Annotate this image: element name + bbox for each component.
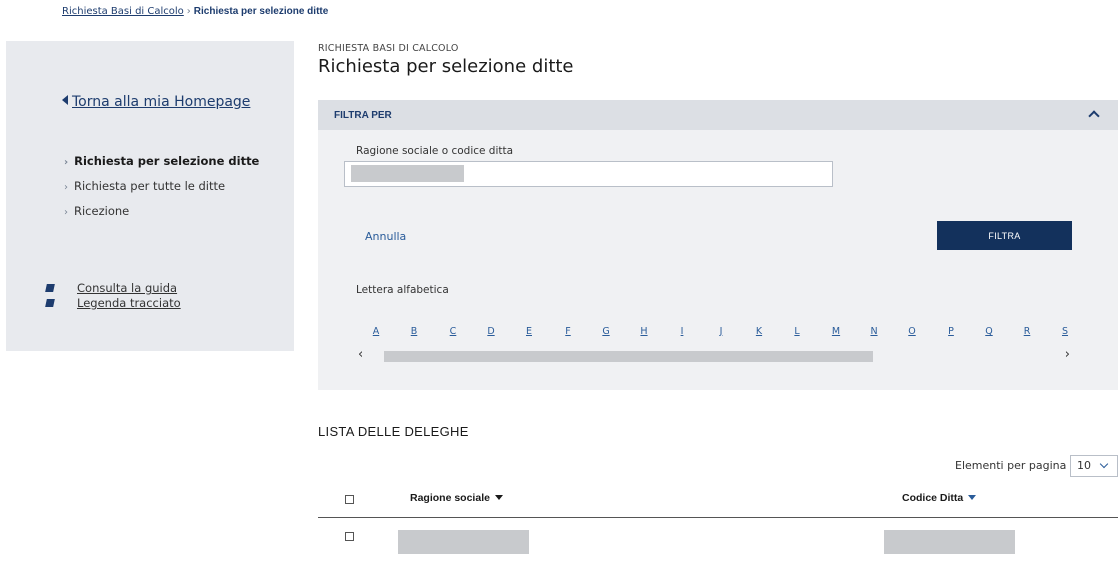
- breadcrumb-link-richiesta-basi[interactable]: Richiesta Basi di Calcolo: [62, 6, 184, 17]
- ragione-sociale-label: Ragione sociale o codice ditta: [356, 145, 514, 157]
- letter-l-link[interactable]: L: [792, 326, 802, 337]
- sort-down-icon: [494, 495, 503, 500]
- select-all-checkbox[interactable]: [345, 495, 354, 504]
- table-row: [318, 519, 1118, 564]
- scroll-left-icon[interactable]: ‹: [358, 347, 363, 362]
- filter-header[interactable]: FILTRA PER: [318, 100, 1118, 130]
- column-codice-ditta[interactable]: Codice Ditta: [902, 492, 977, 504]
- row-checkbox[interactable]: [345, 532, 354, 541]
- column-label: Codice Ditta: [902, 492, 964, 504]
- letter-list: A B C D E F G H I J K L M N O P Q R S: [371, 326, 1091, 340]
- per-page-value: 10: [1077, 459, 1091, 472]
- consulta-guida-link[interactable]: Consulta la guida: [45, 281, 181, 296]
- filter-panel: FILTRA PER Ragione sociale o codice ditt…: [318, 100, 1118, 390]
- chevron-up-icon[interactable]: [1088, 110, 1100, 122]
- letter-a-link[interactable]: A: [371, 326, 381, 337]
- letter-scrollbar[interactable]: ‹ ›: [358, 347, 1088, 362]
- legenda-tracciato-link[interactable]: Legenda tracciato: [45, 296, 181, 311]
- scroll-right-icon[interactable]: ›: [1065, 347, 1070, 362]
- lettera-alfabetica-label: Lettera alfabetica: [356, 284, 449, 296]
- filtra-button[interactable]: FILTRA: [937, 221, 1072, 250]
- column-label: Ragione sociale: [410, 492, 490, 504]
- redacted-value: [351, 165, 464, 182]
- chevron-right-icon: ›: [64, 182, 68, 193]
- letter-o-link[interactable]: O: [907, 326, 917, 337]
- letter-g-link[interactable]: G: [601, 326, 611, 337]
- sidebar-item-label: Richiesta per selezione ditte: [74, 154, 260, 168]
- sidebar-item-richiesta-tutte[interactable]: › Richiesta per tutte le ditte: [64, 179, 259, 204]
- home-link-label: Torna alla mia Homepage: [72, 94, 251, 110]
- book-icon: [45, 299, 55, 307]
- letter-e-link[interactable]: E: [524, 326, 534, 337]
- per-page-label: Elementi per pagina: [955, 459, 1067, 472]
- annulla-link[interactable]: Annulla: [365, 230, 406, 243]
- page-subtitle: RICHIESTA BASI DI CALCOLO: [318, 43, 459, 54]
- sidebar: Torna alla mia Homepage › Richiesta per s…: [6, 41, 294, 351]
- filter-header-label: FILTRA PER: [334, 110, 392, 121]
- chevron-right-icon: ›: [64, 207, 68, 218]
- letter-i-link[interactable]: I: [677, 326, 687, 337]
- per-page-select[interactable]: 10: [1070, 455, 1118, 477]
- sidebar-item-ricezione[interactable]: › Ricezione: [64, 204, 259, 229]
- letter-h-link[interactable]: H: [639, 326, 649, 337]
- redacted-ragione-sociale: [398, 530, 529, 554]
- sidebar-item-label: Richiesta per tutte le ditte: [74, 179, 226, 193]
- letter-b-link[interactable]: B: [409, 326, 419, 337]
- per-page-control: Elementi per pagina 10: [955, 455, 1118, 477]
- caret-left-icon: [62, 95, 68, 105]
- letter-f-link[interactable]: F: [563, 326, 573, 337]
- sidebar-links: Consulta la guida Legenda tracciato: [45, 281, 181, 311]
- breadcrumb-current: Richiesta per selezione ditte: [193, 6, 329, 17]
- letter-j-link[interactable]: J: [716, 326, 726, 337]
- chevron-right-icon: ›: [64, 157, 69, 168]
- book-icon: [45, 284, 55, 292]
- sort-down-icon: [968, 495, 977, 500]
- redacted-codice-ditta: [884, 530, 1015, 554]
- letter-s-link[interactable]: S: [1060, 326, 1070, 337]
- legenda-tracciato-label: Legenda tracciato: [77, 296, 181, 310]
- sidebar-nav: › Richiesta per selezione ditte › Richiest…: [64, 154, 259, 229]
- page-title: Richiesta per selezione ditte: [318, 56, 574, 77]
- table-header: Ragione sociale Codice Ditta: [318, 484, 1118, 518]
- consulta-guida-label: Consulta la guida: [77, 281, 178, 295]
- letter-p-link[interactable]: P: [946, 326, 956, 337]
- letter-q-link[interactable]: Q: [984, 326, 994, 337]
- letter-c-link[interactable]: C: [448, 326, 458, 337]
- scrollbar-thumb[interactable]: [384, 351, 873, 362]
- ragione-sociale-input[interactable]: [344, 161, 833, 187]
- sidebar-item-richiesta-selezione[interactable]: › Richiesta per selezione ditte: [64, 154, 259, 179]
- letter-k-link[interactable]: K: [754, 326, 764, 337]
- column-ragione-sociale[interactable]: Ragione sociale: [410, 492, 503, 504]
- letter-n-link[interactable]: N: [869, 326, 879, 337]
- letter-r-link[interactable]: R: [1022, 326, 1032, 337]
- home-link[interactable]: Torna alla mia Homepage: [62, 94, 250, 110]
- breadcrumb-separator: ›: [186, 6, 191, 17]
- letter-d-link[interactable]: D: [486, 326, 496, 337]
- chevron-down-icon: [1099, 459, 1109, 469]
- sidebar-item-label: Ricezione: [74, 204, 130, 218]
- letter-m-link[interactable]: M: [831, 326, 841, 337]
- lista-deleghe-title: LISTA DELLE DELEGHE: [318, 424, 469, 439]
- breadcrumb: Richiesta Basi di Calcolo › Richiesta per …: [62, 6, 328, 17]
